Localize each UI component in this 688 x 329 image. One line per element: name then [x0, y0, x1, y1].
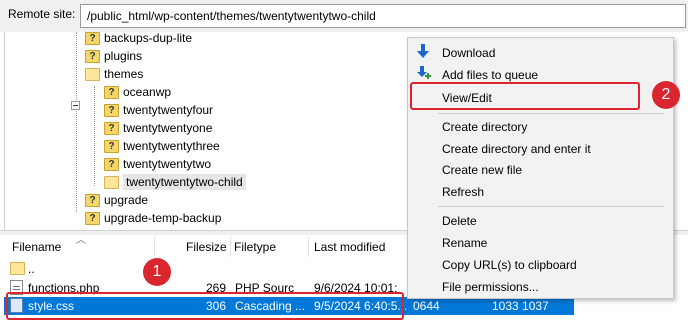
tree-item-upgrade[interactable]: ? upgrade — [85, 191, 148, 209]
column-divider[interactable] — [308, 237, 309, 257]
folder-question-icon: ? — [85, 211, 100, 225]
tree-item-label: twentytwentyfour — [123, 103, 214, 117]
tree-item-twentytwentyone[interactable]: ? twentytwentyone — [104, 119, 212, 137]
menu-item-rename[interactable]: Rename — [442, 236, 487, 254]
menu-item-download[interactable]: Download — [442, 46, 495, 64]
tree-item-themes[interactable]: themes — [85, 65, 143, 83]
menu-item-file-permissions[interactable]: File permissions... — [442, 280, 539, 298]
folder-question-icon: ? — [85, 49, 100, 63]
file-name: .. — [28, 262, 35, 276]
tree-item-label: plugins — [104, 49, 143, 63]
tree-item-label: backups-dup-lite — [104, 31, 193, 45]
tree-guide-line — [76, 32, 77, 212]
tree-item-label: themes — [104, 67, 144, 81]
file-permissions: 0644 — [413, 299, 440, 313]
view-edit-highlight-box — [410, 82, 640, 110]
menu-item-refresh[interactable]: Refresh — [442, 185, 484, 203]
step-1-badge: 1 — [143, 258, 171, 286]
column-divider[interactable] — [154, 237, 155, 257]
folder-icon — [104, 175, 119, 189]
folder-question-icon: ? — [104, 85, 119, 99]
tree-item-twentytwentytwo[interactable]: ? twentytwentytwo — [104, 155, 211, 173]
tree-item-twentytwentyfour[interactable]: ? twentytwentyfour — [104, 101, 213, 119]
tree-item-label: twentytwentythree — [123, 139, 220, 153]
tree-item-label: twentytwentytwo-child — [123, 174, 246, 190]
folder-question-icon: ? — [104, 103, 119, 117]
menu-item-create-directory[interactable]: Create directory — [442, 120, 527, 138]
sort-ascending-icon: ︿ — [76, 235, 86, 246]
menu-item-create-directory-enter[interactable]: Create directory and enter it — [442, 142, 591, 160]
remote-site-path-input[interactable]: /public_html/wp-content/themes/twentytwe… — [80, 4, 686, 28]
download-arrow-icon — [416, 43, 430, 62]
tree-item-label: twentytwentytwo — [123, 157, 212, 171]
step-2-badge: 2 — [652, 81, 680, 109]
menu-item-copy-urls[interactable]: Copy URL(s) to clipboard — [442, 258, 577, 276]
folder-icon — [85, 67, 100, 81]
file-owner-group: 1033 1037 — [492, 299, 549, 313]
tree-item-upgrade-temp-backup[interactable]: ? upgrade-temp-backup — [85, 209, 221, 227]
menu-separator — [438, 113, 664, 114]
folder-icon — [10, 262, 25, 275]
folder-question-icon: ? — [104, 121, 119, 135]
folder-question-icon: ? — [104, 157, 119, 171]
style-css-highlight-box — [6, 292, 404, 320]
tree-item-label: upgrade-temp-backup — [104, 211, 222, 225]
column-header-filename[interactable]: Filename — [12, 240, 61, 254]
column-divider[interactable] — [230, 237, 231, 257]
tree-guide-line — [94, 86, 95, 186]
menu-separator — [438, 206, 664, 207]
folder-question-icon: ? — [104, 139, 119, 153]
tree-item-backups-dup-lite[interactable]: ? backups-dup-lite — [85, 29, 192, 47]
tree-item-plugins[interactable]: ? plugins — [85, 47, 142, 65]
tree-item-label: oceanwp — [123, 85, 172, 99]
tree-item-oceanwp[interactable]: ? oceanwp — [104, 83, 171, 101]
folder-question-icon: ? — [85, 193, 100, 207]
column-header-filesize[interactable]: Filesize — [186, 240, 227, 254]
remote-site-bar: Remote site: /public_html/wp-content/the… — [0, 0, 688, 32]
column-header-filetype[interactable]: Filetype — [234, 240, 276, 254]
context-menu: Download Add files to queue View/Edit Cr… — [407, 37, 674, 299]
remote-site-label: Remote site: — [8, 7, 76, 21]
tree-item-twentytwentytwo-child[interactable]: twentytwentytwo-child — [104, 173, 246, 191]
tree-item-label: twentytwentyone — [123, 121, 213, 135]
folder-question-icon: ? — [85, 31, 100, 45]
column-header-last-modified[interactable]: Last modified — [314, 240, 385, 254]
menu-item-delete[interactable]: Delete — [442, 214, 477, 232]
tree-item-label: upgrade — [104, 193, 149, 207]
menu-item-create-new-file[interactable]: Create new file — [442, 163, 522, 181]
themes-collapse-toggle[interactable] — [71, 101, 80, 110]
tree-item-twentytwentythree[interactable]: ? twentytwentythree — [104, 137, 220, 155]
